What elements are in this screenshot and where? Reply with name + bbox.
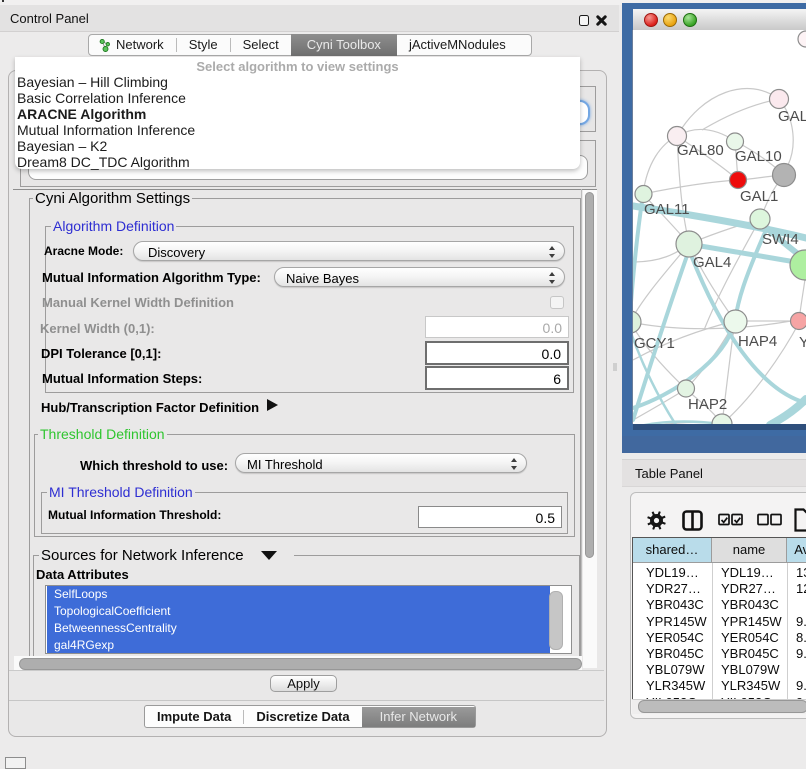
svg-text:GAL11: GAL11 [644, 201, 690, 218]
svg-text:GCY1: GCY1 [634, 335, 675, 352]
svg-text:GAL10: GAL10 [735, 148, 782, 165]
svg-text:GAL80: GAL80 [677, 142, 724, 159]
svg-text:GAL1: GAL1 [740, 188, 778, 205]
svg-text:GAL2: GAL2 [778, 108, 806, 125]
svg-text:SWI4: SWI4 [762, 231, 799, 248]
svg-text:HAP2: HAP2 [688, 396, 727, 413]
svg-text:GAL4: GAL4 [693, 254, 731, 271]
svg-text:HAP4: HAP4 [738, 333, 777, 350]
svg-text:Y: Y [799, 334, 806, 351]
